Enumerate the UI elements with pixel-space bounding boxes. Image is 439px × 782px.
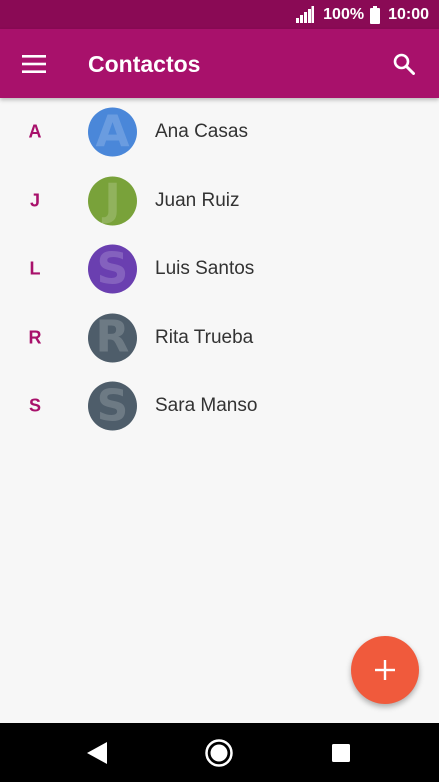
clock: 10:00 [388, 5, 429, 23]
avatar: A [88, 107, 137, 157]
back-icon [87, 742, 107, 764]
contact-row[interactable]: L S Luis Santos [0, 235, 439, 304]
contact-row[interactable]: R R Rita Trueba [0, 304, 439, 373]
contact-row[interactable]: A A Ana Casas [0, 98, 439, 167]
contact-name: Ana Casas [155, 121, 248, 143]
avatar-initial: A [95, 107, 130, 157]
section-letter: R [28, 327, 42, 348]
recents-icon [332, 744, 350, 762]
avatar: J [88, 176, 137, 226]
avatar: S [88, 381, 137, 431]
section-letter: S [28, 395, 41, 416]
contact-list: A A Ana Casas J J Juan Ruiz L S Luis San… [0, 98, 439, 441]
app-bar: Contactos [0, 29, 439, 98]
section-letter: J [29, 190, 40, 211]
add-contact-button[interactable] [351, 636, 419, 704]
avatar-initial: R [95, 313, 130, 363]
avatar: R [88, 313, 137, 363]
home-icon [205, 739, 233, 767]
section-letter: L [29, 258, 41, 279]
menu-button[interactable] [18, 51, 50, 77]
avatar-initial: J [104, 176, 121, 226]
battery-icon [370, 5, 381, 24]
page-title: Contactos [88, 51, 201, 77]
signal-icon [296, 6, 315, 23]
avatar-initial: S [96, 381, 129, 431]
contact-row[interactable]: S S Sara Manso [0, 372, 439, 441]
contact-row[interactable]: J J Juan Ruiz [0, 167, 439, 236]
contact-name: Sara Manso [155, 395, 258, 417]
section-letter: A [28, 121, 42, 142]
back-button[interactable] [81, 737, 113, 769]
contact-name: Luis Santos [155, 258, 255, 280]
hamburger-menu-icon [22, 55, 46, 73]
contact-name: Juan Ruiz [155, 189, 240, 211]
search-button[interactable] [388, 50, 420, 78]
avatar: S [88, 244, 137, 294]
avatar-initial: S [96, 244, 129, 294]
battery-percent: 100% [323, 5, 365, 23]
contact-name: Rita Trueba [155, 326, 254, 348]
status-bar: 100% 10:00 [0, 0, 439, 29]
home-button[interactable] [203, 737, 235, 769]
search-icon [393, 53, 415, 75]
recents-button[interactable] [325, 737, 357, 769]
navigation-bar [0, 723, 439, 782]
add-icon [375, 660, 395, 680]
